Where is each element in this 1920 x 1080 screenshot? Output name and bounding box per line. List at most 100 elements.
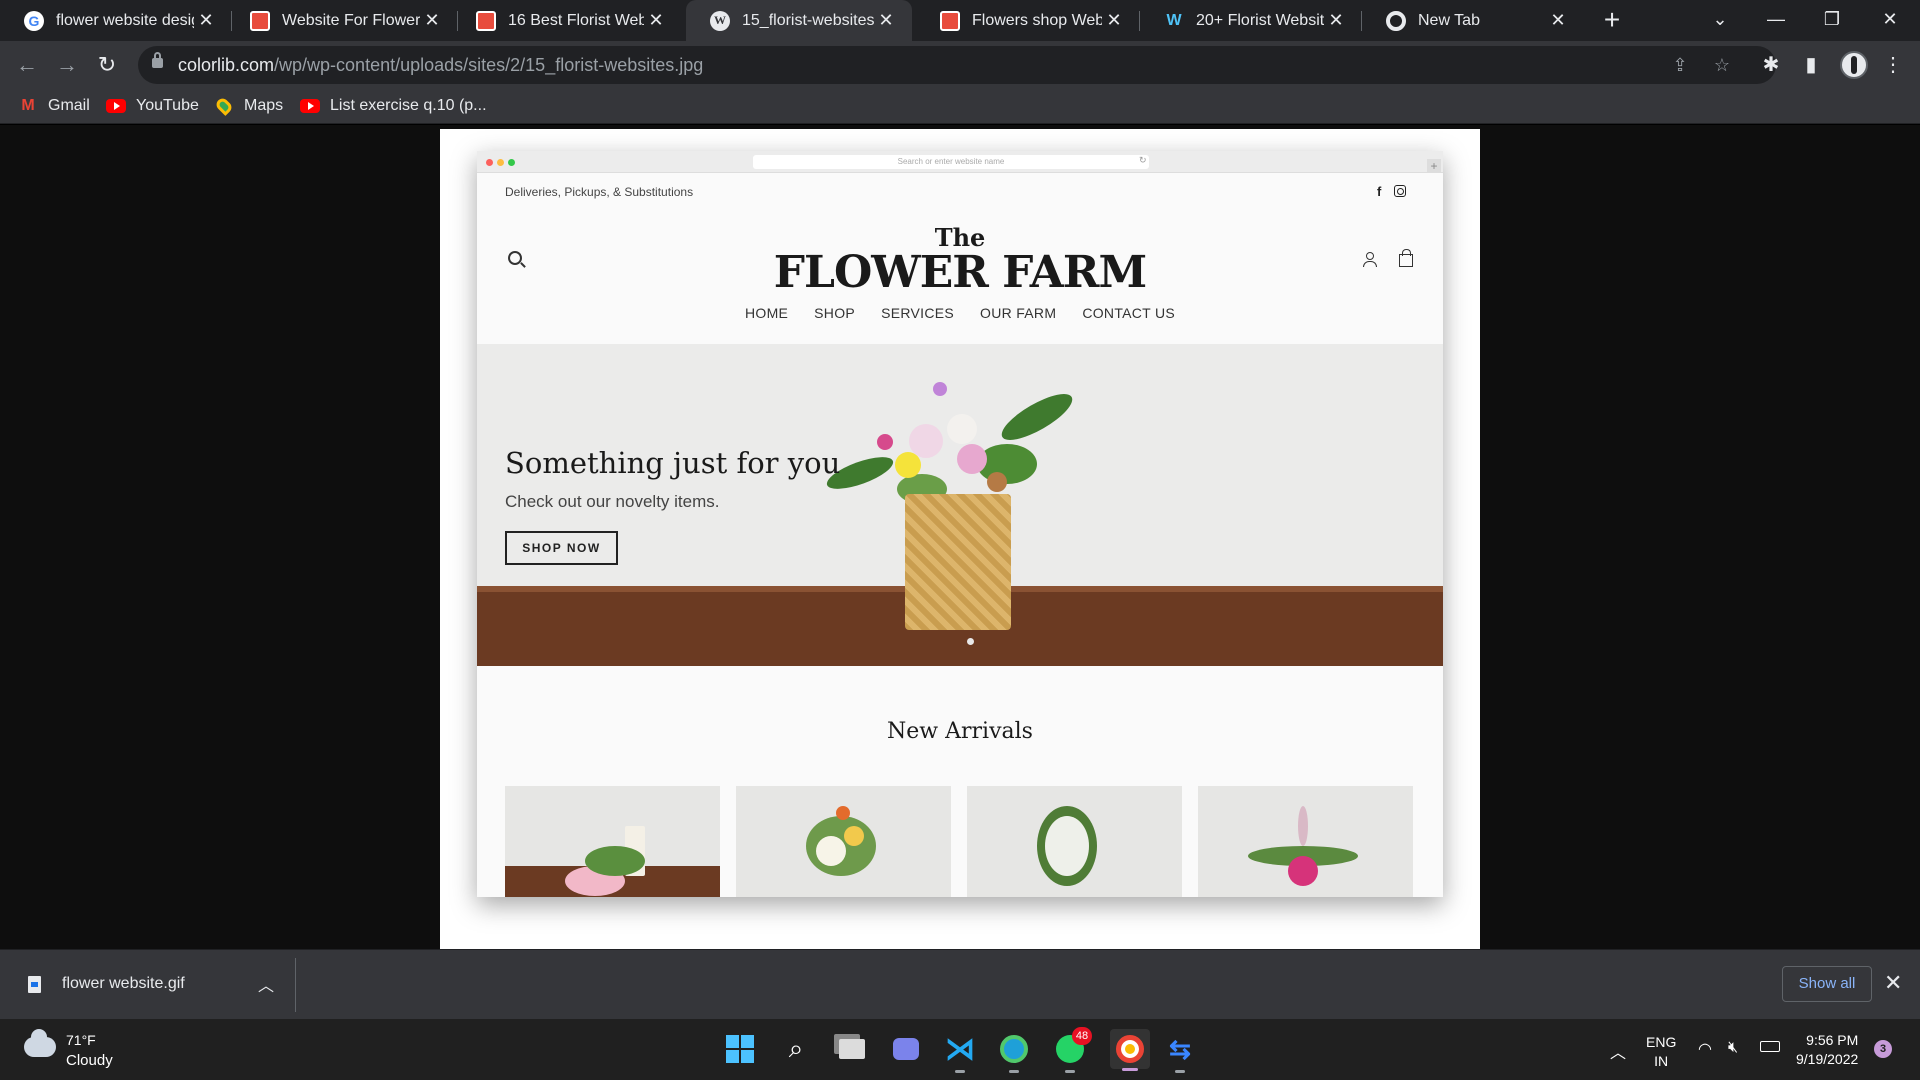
close-tab-icon[interactable]: ✕: [874, 10, 898, 31]
show-all-button[interactable]: Show all: [1782, 966, 1872, 1002]
bookmark-list-exercise[interactable]: List exercise q.10 (p...: [300, 94, 487, 118]
chrome-icon[interactable]: [1110, 1029, 1150, 1071]
mockup-search-bar: Search or enter website name: [753, 155, 1149, 169]
close-window-button[interactable]: ✕: [1862, 0, 1918, 41]
slider-dot: [967, 638, 974, 645]
whatsapp-badge: 48: [1072, 1027, 1092, 1045]
tab-title: 20+ Florist Websites: [1196, 11, 1324, 29]
bookmark-maps[interactable]: Maps: [214, 94, 283, 118]
wifi-icon[interactable]: ◠: [1698, 1039, 1712, 1059]
close-tab-icon[interactable]: ✕: [1324, 10, 1348, 31]
tab-2[interactable]: 16 Best Florist Websit ✕: [452, 0, 682, 41]
account-icon: [1363, 252, 1377, 267]
minimize-button[interactable]: —: [1748, 0, 1804, 41]
share-icon[interactable]: ⇪: [1668, 53, 1692, 77]
nav-services: SERVICES: [881, 305, 955, 321]
remote-desktop-icon[interactable]: ⇆: [1164, 1033, 1196, 1073]
reload-button[interactable]: ↻: [90, 48, 124, 82]
chevron-up-icon[interactable]: ︿: [1610, 1039, 1626, 1063]
restore-button[interactable]: ❐: [1804, 0, 1860, 41]
image-frame: Search or enter website name ↻ + Deliver…: [440, 129, 1480, 949]
shopping-bag-icon: [1399, 249, 1413, 267]
close-tab-icon[interactable]: ✕: [1546, 10, 1570, 31]
tab-strip: G flower website design ✕ Website For Fl…: [0, 0, 1920, 41]
cloud-icon[interactable]: [24, 1029, 56, 1057]
nav-contact-us: CONTACT US: [1082, 305, 1176, 321]
battery-icon[interactable]: [1760, 1041, 1780, 1052]
close-download-bar-icon[interactable]: ✕: [1884, 970, 1902, 996]
browser-toolbar: ← → ↻ colorlib.com/wp/wp-content/uploads…: [0, 41, 1920, 88]
lock-icon[interactable]: [152, 52, 163, 68]
tab-title: Website For Flowers: [282, 11, 420, 29]
clock[interactable]: 9:56 PM 9/19/2022: [1796, 1031, 1858, 1069]
weather-temperature[interactable]: 71°F: [66, 1032, 96, 1048]
weather-condition[interactable]: Cloudy: [66, 1052, 113, 1069]
close-tab-icon[interactable]: ✕: [420, 10, 444, 31]
tab-title: flower website design: [56, 11, 194, 29]
mockup-reload-icon: ↻: [1139, 155, 1147, 165]
bookmark-gmail[interactable]: M Gmail: [18, 94, 89, 118]
menu-icon[interactable]: ⋮: [1880, 52, 1906, 78]
hero-banner: Something just for you Check out our nov…: [477, 344, 1443, 666]
teams-chat-icon[interactable]: [890, 1033, 922, 1065]
chrome-icon: [1386, 10, 1406, 31]
youtube-icon: [300, 98, 320, 114]
asterisk-icon: [476, 10, 496, 31]
side-panel-icon[interactable]: ▮: [1798, 52, 1824, 78]
notification-badge[interactable]: 3: [1874, 1040, 1892, 1058]
close-tab-icon[interactable]: ✕: [644, 10, 668, 31]
tab-1[interactable]: Website For Flowers ✕: [226, 0, 458, 41]
url-text[interactable]: colorlib.com/wp/wp-content/uploads/sites…: [178, 55, 703, 76]
nav-shop: SHOP: [814, 305, 856, 321]
tab-4[interactable]: Flowers shop Website ✕: [916, 0, 1140, 41]
site-nav: HOME SHOP SERVICES OUR FARM CONTACT US: [477, 305, 1443, 321]
instagram-icon: [1394, 185, 1406, 197]
mockup-browser-chrome: Search or enter website name ↻ +: [477, 151, 1443, 173]
download-file-name[interactable]: flower website.gif: [62, 975, 185, 993]
tab-title: 16 Best Florist Websit: [508, 11, 644, 29]
close-tab-icon[interactable]: ✕: [1102, 10, 1126, 31]
bookmark-label: YouTube: [136, 97, 199, 114]
announcement-text: Deliveries, Pickups, & Substitutions: [505, 185, 694, 199]
forward-button[interactable]: →: [50, 48, 84, 82]
vscode-icon[interactable]: ⋊: [944, 1033, 976, 1073]
bookmark-label: Maps: [244, 97, 284, 114]
close-tab-icon[interactable]: ✕: [194, 10, 218, 31]
time: 9:56 PM: [1806, 1032, 1859, 1048]
bookmarks-bar: M Gmail YouTube Maps List exercise q.10 …: [0, 88, 1920, 124]
language-top: ENG: [1646, 1034, 1677, 1050]
tab-search-icon[interactable]: ⌄: [1692, 0, 1748, 41]
tab-title: 15_florist-websites.jpg: [742, 11, 874, 29]
tab-3[interactable]: W 15_florist-websites.jpg ✕: [686, 0, 912, 41]
language-bottom: IN: [1654, 1053, 1669, 1069]
whatsapp-icon[interactable]: 48: [1054, 1027, 1092, 1073]
back-button[interactable]: ←: [10, 48, 44, 82]
edge-icon[interactable]: [998, 1033, 1030, 1073]
address-bar[interactable]: colorlib.com/wp/wp-content/uploads/sites…: [138, 46, 1776, 84]
start-button[interactable]: [724, 1033, 756, 1065]
tab-6[interactable]: New Tab ✕: [1362, 0, 1584, 41]
new-arrivals-heading: New Arrivals: [887, 719, 1033, 744]
tab-title: New Tab: [1418, 11, 1480, 29]
new-tab-button[interactable]: +: [1596, 4, 1628, 36]
muted-speaker-icon[interactable]: 🔇︎: [1728, 1039, 1738, 1057]
tab-5[interactable]: W 20+ Florist Websites ✕: [1140, 0, 1362, 41]
profile-avatar[interactable]: [1840, 51, 1868, 79]
chevron-up-icon[interactable]: ︿: [258, 972, 274, 996]
wordpress-icon: W: [710, 10, 730, 31]
task-view-icon[interactable]: [836, 1033, 868, 1065]
florist-website-mockup: Search or enter website name ↻ + Deliver…: [477, 151, 1443, 897]
bookmark-label: List exercise q.10 (p...: [330, 97, 487, 114]
hero-subtitle: Check out our novelty items.: [505, 492, 720, 511]
language-indicator[interactable]: ENG IN: [1646, 1033, 1676, 1071]
tab-0[interactable]: G flower website design ✕: [0, 0, 232, 41]
bookmark-youtube[interactable]: YouTube: [106, 94, 199, 118]
extensions-icon[interactable]: ✱: [1758, 52, 1784, 78]
product-image: [1198, 786, 1413, 897]
product-image: [967, 786, 1182, 897]
bookmark-star-icon[interactable]: ☆: [1710, 53, 1734, 77]
search-icon[interactable]: ⌕: [780, 1033, 812, 1065]
file-icon: [28, 976, 41, 993]
windows-icon: [726, 1035, 754, 1063]
nav-home: HOME: [744, 305, 789, 321]
